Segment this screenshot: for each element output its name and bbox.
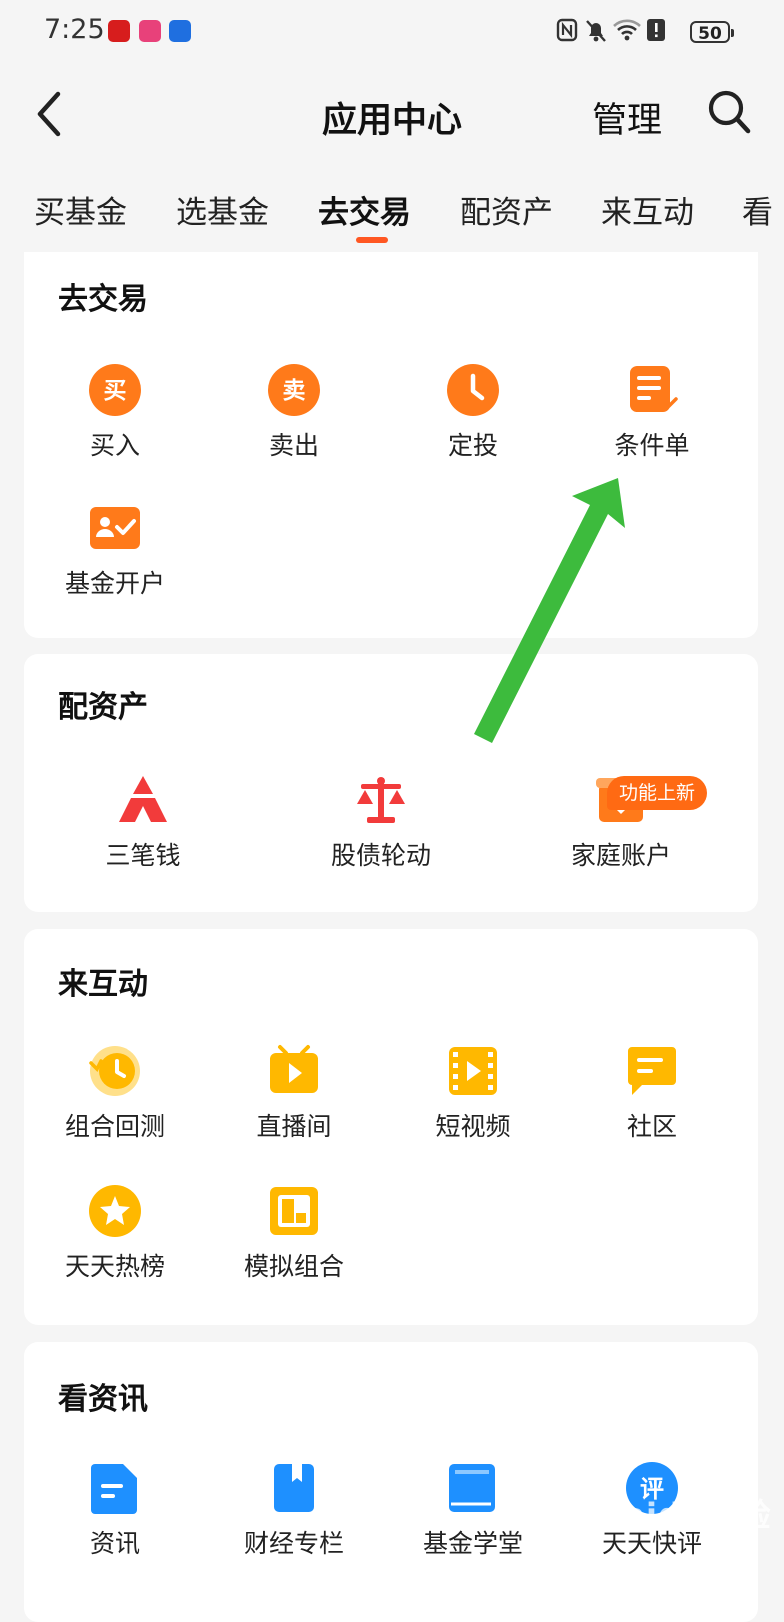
tab-assets[interactable]: 配资产 bbox=[460, 187, 553, 232]
fund-school-icon bbox=[449, 1464, 495, 1512]
item-label: 股债轮动 bbox=[330, 841, 431, 870]
clock-icon bbox=[447, 364, 499, 416]
page-title: 应用中心 bbox=[321, 101, 462, 141]
finance-column-icon bbox=[274, 1464, 314, 1512]
manage-button[interactable]: 管理 bbox=[592, 92, 662, 143]
section-title: 配资产 bbox=[58, 690, 148, 725]
live-room-icon bbox=[270, 1045, 318, 1093]
item-label: 财经专栏 bbox=[243, 1529, 344, 1558]
item-label: 基金开户 bbox=[64, 569, 165, 598]
tab-trade[interactable]: 去交易 bbox=[318, 187, 411, 232]
sell-item[interactable]: 卖 卖出 bbox=[203, 362, 385, 462]
new-feature-badge: 功能上新 bbox=[607, 776, 708, 810]
tab-select-fund[interactable]: 选基金 bbox=[176, 187, 269, 232]
three-money-item[interactable]: 三笔钱 bbox=[52, 772, 234, 872]
news-item[interactable]: 资讯 bbox=[24, 1460, 206, 1560]
item-label: 模拟组合 bbox=[243, 1252, 344, 1281]
section-title: 去交易 bbox=[58, 282, 148, 317]
condition-order-icon bbox=[630, 366, 678, 412]
buy-icon: 买 bbox=[89, 364, 141, 416]
alert-icon bbox=[647, 19, 665, 41]
backtest-icon bbox=[89, 1046, 140, 1096]
item-label: 组合回测 bbox=[64, 1112, 165, 1141]
huawei-app-icon bbox=[139, 20, 161, 42]
community-item[interactable]: 社区 bbox=[561, 1043, 743, 1143]
item-label: 基金学堂 bbox=[422, 1529, 523, 1558]
live-room-item[interactable]: 直播间 bbox=[203, 1043, 385, 1143]
app-header: 应用中心 管理 bbox=[0, 66, 784, 162]
item-label: 资讯 bbox=[89, 1529, 140, 1558]
battery-indicator: 50 bbox=[690, 21, 734, 44]
status-time: 7:25 bbox=[44, 14, 105, 45]
news-icon bbox=[91, 1464, 137, 1514]
short-video-icon bbox=[449, 1047, 497, 1095]
three-money-icon bbox=[119, 776, 167, 822]
buy-icon-glyph: 买 bbox=[104, 378, 127, 404]
simulated-portfolio-icon bbox=[270, 1187, 318, 1235]
fund-school-item[interactable]: 基金学堂 bbox=[382, 1460, 564, 1560]
tab-buy-fund[interactable]: 买基金 bbox=[34, 187, 127, 232]
interact-section: 来互动 组合回测 直播间 短视频 社区 天天热榜 模拟组合 bbox=[24, 929, 758, 1325]
item-label: 社区 bbox=[626, 1112, 677, 1141]
hot-list-icon bbox=[89, 1185, 141, 1237]
sell-icon: 卖 bbox=[268, 364, 320, 416]
finance-column-item[interactable]: 财经专栏 bbox=[203, 1460, 385, 1560]
item-label: 直播间 bbox=[256, 1112, 332, 1141]
balance-scale-icon bbox=[357, 777, 405, 823]
section-title: 来互动 bbox=[58, 967, 148, 1002]
wifi-icon bbox=[613, 19, 641, 41]
community-icon bbox=[628, 1047, 676, 1095]
hot-list-item[interactable]: 天天热榜 bbox=[24, 1183, 206, 1283]
short-video-item[interactable]: 短视频 bbox=[382, 1043, 564, 1143]
news-section: 看资讯 资讯 财经专栏 基金学堂 评 天天快评 bbox=[24, 1342, 758, 1622]
section-title: 看资讯 bbox=[58, 1382, 148, 1417]
tab-news[interactable]: 看 bbox=[742, 187, 773, 232]
xuexi-app-icon bbox=[108, 20, 130, 42]
item-label: 定投 bbox=[447, 431, 498, 460]
baidu-watermark: Baidu经验 bbox=[598, 1496, 772, 1534]
item-label: 天天热榜 bbox=[64, 1252, 165, 1281]
simulated-portfolio-item[interactable]: 模拟组合 bbox=[203, 1183, 385, 1283]
condition-order-item[interactable]: 条件单 bbox=[561, 362, 743, 462]
active-tab-indicator bbox=[356, 237, 388, 243]
account-open-icon bbox=[90, 507, 140, 549]
sell-icon-glyph: 卖 bbox=[283, 378, 306, 404]
buy-item[interactable]: 买 买入 bbox=[24, 362, 206, 462]
item-label: 三笔钱 bbox=[105, 841, 181, 870]
nfc-icon bbox=[556, 18, 578, 42]
tab-interact[interactable]: 来互动 bbox=[601, 187, 694, 232]
fixed-invest-item[interactable]: 定投 bbox=[382, 362, 564, 462]
item-label: 条件单 bbox=[614, 431, 690, 460]
search-icon[interactable] bbox=[706, 88, 752, 136]
fund-account-item[interactable]: 基金开户 bbox=[24, 500, 206, 600]
mute-bell-icon bbox=[586, 20, 606, 42]
item-label: 卖出 bbox=[268, 431, 319, 460]
trade-section: 去交易 买 买入 卖 卖出 定投 条件单 基金开户 bbox=[24, 252, 758, 638]
item-label: 短视频 bbox=[435, 1112, 511, 1141]
item-label: 家庭账户 bbox=[570, 841, 671, 870]
status-bar: 7:25 50 bbox=[0, 0, 784, 66]
item-label: 买入 bbox=[89, 431, 140, 460]
backtest-item[interactable]: 组合回测 bbox=[24, 1043, 206, 1143]
stock-bond-rotation-item[interactable]: 股债轮动 bbox=[290, 772, 472, 872]
tips-app-icon bbox=[169, 20, 191, 42]
category-tabs: 买基金 选基金 去交易 配资产 来互动 看 bbox=[0, 175, 784, 255]
